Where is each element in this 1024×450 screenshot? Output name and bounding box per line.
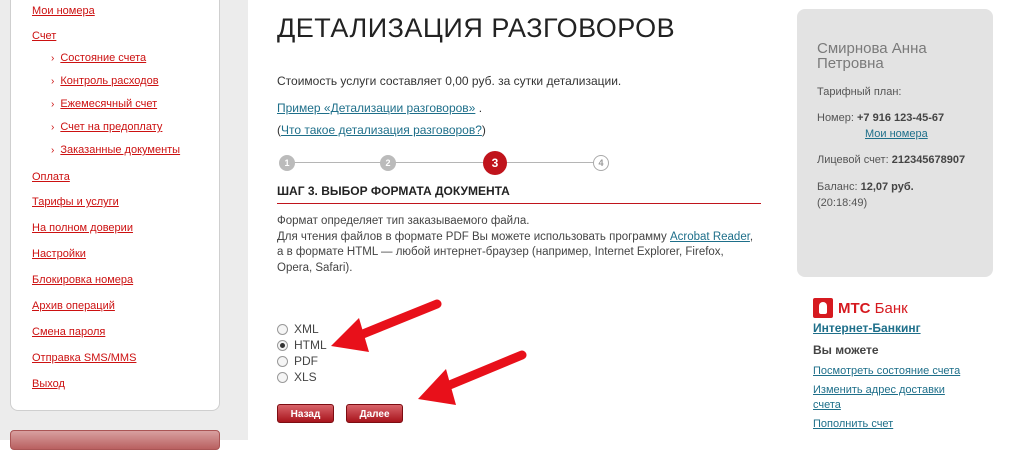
change-delivery-address-link[interactable]: Изменить адрес доставки — [813, 384, 945, 396]
chevron-right-icon: › — [51, 122, 55, 133]
account-info-panel: Смирнова Анна Петровна Тарифный план: Но… — [797, 9, 993, 277]
account-holder-name: Смирнова Анна Петровна — [817, 40, 927, 72]
sidebar-item-block-number[interactable]: Блокировка номера — [32, 274, 133, 286]
sidebar-subitem-account-state[interactable]: › Состояние счета — [51, 52, 146, 64]
back-button[interactable]: Назад — [277, 404, 334, 423]
mts-logo-icon — [813, 298, 833, 318]
sidebar-nav: Мои номера Счет › Состояние счета › Контро… — [10, 0, 220, 411]
sidebar-item-settings[interactable]: Настройки — [32, 248, 86, 260]
step-line — [287, 162, 605, 163]
format-description: Формат определяет тип заказываемого файл… — [277, 215, 754, 274]
phone-number: +7 916 123-45-67 — [856, 112, 945, 124]
radio-xls[interactable] — [277, 372, 288, 383]
format-option-xml[interactable]: XML — [277, 322, 319, 336]
account-number: 212345678907 — [891, 154, 966, 166]
sidebar-item-send-sms[interactable]: Отправка SMS/MMS — [32, 352, 136, 364]
radio-xml[interactable] — [277, 324, 288, 335]
acrobat-reader-link[interactable]: Acrobat Reader — [670, 231, 750, 243]
balance-value: 12,07 руб. — [860, 181, 914, 193]
example-line: Пример «Детализации разговоров» . — [277, 101, 483, 115]
balance-row: Баланс: 12,07 руб. — [817, 181, 914, 193]
sidebar-item-account[interactable]: Счет — [32, 30, 56, 42]
account-number-row: Лицевой счет: 212345678907 — [817, 154, 966, 166]
example-link[interactable]: Пример «Детализации разговоров» — [277, 101, 475, 115]
sidebar-item-my-numbers[interactable]: Мои номера — [32, 5, 95, 17]
radio-pdf[interactable] — [277, 356, 288, 367]
view-account-state-link[interactable]: Посмотреть состояние счета — [813, 365, 960, 377]
sidebar-item-payment[interactable]: Оплата — [32, 171, 70, 183]
sidebar-item-full-trust[interactable]: На полном доверии — [32, 222, 133, 234]
chevron-right-icon: › — [51, 145, 55, 156]
internet-banking-link[interactable]: Интернет-Банкинг — [813, 321, 921, 335]
phone-number-row: Номер: +7 916 123-45-67 — [817, 112, 945, 124]
cost-text: Стоимость услуги составляет 0,00 руб. за… — [277, 74, 622, 88]
what-is-line: (Что такое детализация разговоров?) — [277, 123, 486, 137]
format-option-xls[interactable]: XLS — [277, 370, 317, 384]
radio-html[interactable] — [277, 340, 288, 351]
mts-bank-title: МТС Банк — [838, 300, 908, 317]
sidebar-subitem-ordered-docs[interactable]: › Заказанные документы — [51, 144, 180, 156]
step-3-active: 3 — [483, 151, 507, 175]
sidebar-item-logout[interactable]: Выход — [32, 378, 65, 390]
step-indicator: 1 2 3 4 — [277, 151, 617, 175]
step-2: 2 — [380, 155, 396, 171]
format-option-pdf[interactable]: PDF — [277, 354, 318, 368]
balance-time: (20:18:49) — [817, 197, 868, 209]
chevron-right-icon: › — [51, 99, 55, 110]
heading-divider — [277, 203, 761, 204]
next-button[interactable]: Далее — [346, 404, 403, 423]
tariff-label: Тарифный план: — [817, 86, 902, 98]
sidebar-subitem-monthly-bill[interactable]: › Ежемесячный счет — [51, 98, 157, 110]
annotation-arrow-icon — [331, 299, 442, 352]
change-delivery-address-link-cont[interactable]: счета — [813, 399, 841, 411]
my-numbers-link[interactable]: Мои номера — [865, 128, 928, 140]
page-title: ДЕТАЛИЗАЦИЯ РАЗГОВОРОВ — [277, 13, 676, 43]
you-can-heading: Вы можете — [813, 343, 879, 357]
sidebar-subitem-expense-control[interactable]: › Контроль расходов — [51, 75, 159, 87]
top-up-account-link[interactable]: Пополнить счет — [813, 418, 893, 430]
chevron-right-icon: › — [51, 76, 55, 87]
sidebar-item-operations-archive[interactable]: Архив операций — [32, 300, 115, 312]
sidebar-subitem-prepay-bill[interactable]: › Счет на предоплату — [51, 121, 162, 133]
annotation-arrow-icon — [418, 350, 527, 405]
format-option-html[interactable]: HTML — [277, 338, 327, 352]
sidebar-bottom-panel — [10, 430, 220, 450]
step-heading: ШАГ 3. ВЫБОР ФОРМАТА ДОКУМЕНТА — [277, 184, 510, 198]
sidebar-item-change-password[interactable]: Смена пароля — [32, 326, 105, 338]
step-1: 1 — [279, 155, 295, 171]
step-4: 4 — [593, 155, 609, 171]
what-is-link[interactable]: Что такое детализация разговоров? — [281, 123, 482, 137]
sidebar-item-tariffs[interactable]: Тарифы и услуги — [32, 196, 119, 208]
chevron-right-icon: › — [51, 53, 55, 64]
